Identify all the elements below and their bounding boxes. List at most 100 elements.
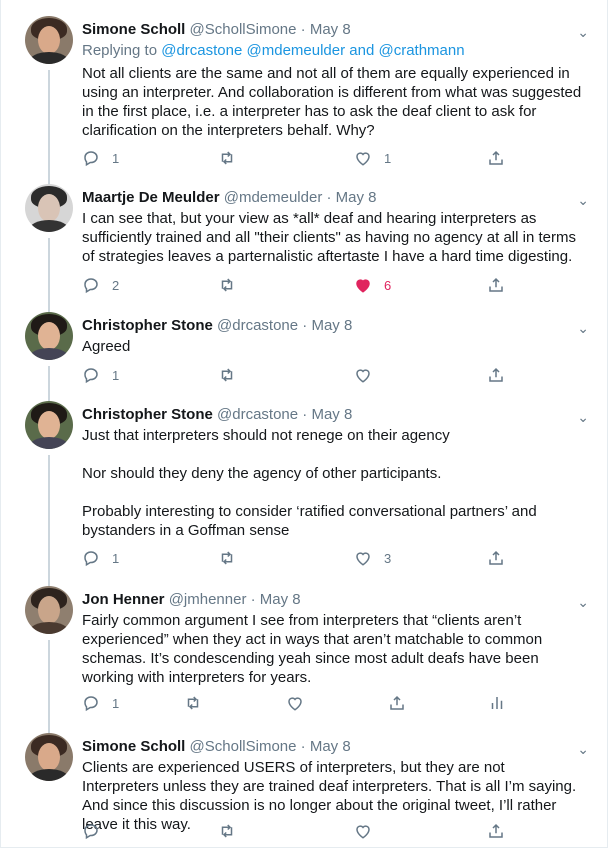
like-count: 3 <box>384 550 392 566</box>
retweet-icon <box>221 551 233 565</box>
thread-line <box>48 70 50 192</box>
heart-icon <box>356 369 370 383</box>
mention-conjunction: and <box>349 42 375 59</box>
chevron-down-icon[interactable]: ⌄ <box>577 320 589 337</box>
chevron-down-icon[interactable]: ⌄ <box>577 741 589 758</box>
handle[interactable]: @SchollSimone <box>190 738 297 755</box>
timestamp[interactable]: May 8 <box>336 189 377 206</box>
tweet-text: I can see that, but your view as *all* d… <box>82 209 582 266</box>
reply-icon <box>84 278 98 294</box>
tweet[interactable]: Christopher Stone @drcastone · May 8 ⌄ J… <box>1 395 607 591</box>
reply-count: 2 <box>112 277 120 293</box>
share-icon <box>489 150 503 165</box>
handle[interactable]: @SchollSimone <box>190 21 297 38</box>
tweet[interactable]: Simone Scholl @SchollSimone · May 8 ⌄ Re… <box>1 10 607 192</box>
timestamp[interactable]: May 8 <box>310 738 351 755</box>
display-name[interactable]: Christopher Stone <box>82 317 213 334</box>
chevron-down-icon[interactable]: ⌄ <box>577 409 589 426</box>
chevron-down-icon[interactable]: ⌄ <box>577 594 589 611</box>
handle[interactable]: @mdemeulder <box>224 189 323 206</box>
retweet-button[interactable] <box>184 694 214 712</box>
analytics-button[interactable] <box>488 694 506 712</box>
reply-icon <box>84 551 98 567</box>
share-button[interactable] <box>487 549 505 567</box>
avatar[interactable] <box>25 184 73 232</box>
reply-count: 1 <box>112 150 120 166</box>
share-button[interactable] <box>487 276 505 294</box>
avatar[interactable] <box>25 401 73 449</box>
reply-button[interactable]: 1 <box>82 549 119 567</box>
like-button[interactable]: 6 <box>354 276 391 294</box>
replying-to-label: Replying to <box>82 42 158 59</box>
retweet-button[interactable] <box>218 822 248 840</box>
chevron-down-icon[interactable]: ⌄ <box>577 24 589 41</box>
like-button[interactable]: 3 <box>354 549 391 567</box>
like-button[interactable] <box>286 694 316 712</box>
handle[interactable]: @jmhenner <box>169 591 247 608</box>
tweet-text: Agreed <box>82 337 582 356</box>
retweet-icon <box>221 151 233 165</box>
display-name[interactable]: Simone Scholl <box>82 21 185 38</box>
like-button[interactable] <box>354 366 384 384</box>
handle[interactable]: @drcastone <box>217 317 298 334</box>
separator: · <box>302 406 308 423</box>
retweet-button[interactable] <box>218 149 248 167</box>
share-button[interactable] <box>487 366 505 384</box>
mention-link[interactable]: @crathmann <box>378 42 464 59</box>
tweet-paragraph: Just that interpreters should not renege… <box>82 427 450 444</box>
share-button[interactable] <box>388 694 406 712</box>
avatar[interactable] <box>25 586 73 634</box>
display-name[interactable]: Simone Scholl <box>82 738 185 755</box>
tweet-header: Simone Scholl @SchollSimone · May 8 <box>82 20 351 40</box>
tweet[interactable]: Jon Henner @jmhenner · May 8 ⌄ Fairly co… <box>1 580 607 738</box>
mention-link[interactable]: @drcastone <box>161 42 242 59</box>
timestamp[interactable]: May 8 <box>310 21 351 38</box>
retweet-icon <box>221 278 233 292</box>
tweet-header: Jon Henner @jmhenner · May 8 <box>82 590 301 610</box>
tweet-actions: 2 6 <box>82 276 522 296</box>
separator: · <box>300 21 306 38</box>
heart-icon <box>356 552 370 566</box>
display-name[interactable]: Christopher Stone <box>82 406 213 423</box>
tweet[interactable]: Maartje De Meulder @mdemeulder · May 8 ⌄… <box>1 178 607 312</box>
share-button[interactable] <box>487 149 505 167</box>
replying-to: Replying to @drcastone @mdemeulder and @… <box>82 42 465 59</box>
retweet-icon <box>221 824 233 838</box>
reply-button[interactable]: 2 <box>82 276 119 294</box>
avatar[interactable] <box>25 16 73 64</box>
mention-link[interactable]: @mdemeulder <box>247 42 346 59</box>
tweet[interactable]: Simone Scholl @SchollSimone · May 8 ⌄ Cl… <box>1 727 607 848</box>
display-name[interactable]: Maartje De Meulder <box>82 189 220 206</box>
share-button[interactable] <box>487 822 505 840</box>
tweet-text: Not all clients are the same and not all… <box>82 64 582 140</box>
tweet[interactable]: Christopher Stone @drcastone · May 8 ⌄ A… <box>1 306 607 404</box>
retweet-button[interactable] <box>218 549 248 567</box>
share-icon <box>489 823 503 838</box>
timestamp[interactable]: May 8 <box>260 591 301 608</box>
avatar[interactable] <box>25 312 73 360</box>
heart-icon <box>288 697 302 711</box>
tweet-header: Christopher Stone @drcastone · May 8 <box>82 316 352 336</box>
avatar[interactable] <box>25 733 73 781</box>
timestamp[interactable]: May 8 <box>311 406 352 423</box>
like-button[interactable]: 1 <box>354 149 391 167</box>
reply-icon <box>84 696 98 712</box>
conversation-thread: Simone Scholl @SchollSimone · May 8 ⌄ Re… <box>0 0 608 848</box>
chevron-down-icon[interactable]: ⌄ <box>577 192 589 209</box>
share-icon <box>489 277 503 292</box>
like-button[interactable] <box>354 822 384 840</box>
reply-button[interactable]: 1 <box>82 366 119 384</box>
display-name[interactable]: Jon Henner <box>82 591 165 608</box>
retweet-icon <box>221 368 233 382</box>
reply-button[interactable]: 1 <box>82 694 119 712</box>
share-icon <box>489 550 503 565</box>
retweet-button[interactable] <box>218 276 248 294</box>
reply-button[interactable] <box>82 822 112 840</box>
reply-button[interactable]: 1 <box>82 149 119 167</box>
tweet-header: Simone Scholl @SchollSimone · May 8 <box>82 737 351 757</box>
like-count: 1 <box>384 150 392 166</box>
timestamp[interactable]: May 8 <box>311 317 352 334</box>
retweet-icon <box>187 696 199 710</box>
retweet-button[interactable] <box>218 366 248 384</box>
handle[interactable]: @drcastone <box>217 406 298 423</box>
